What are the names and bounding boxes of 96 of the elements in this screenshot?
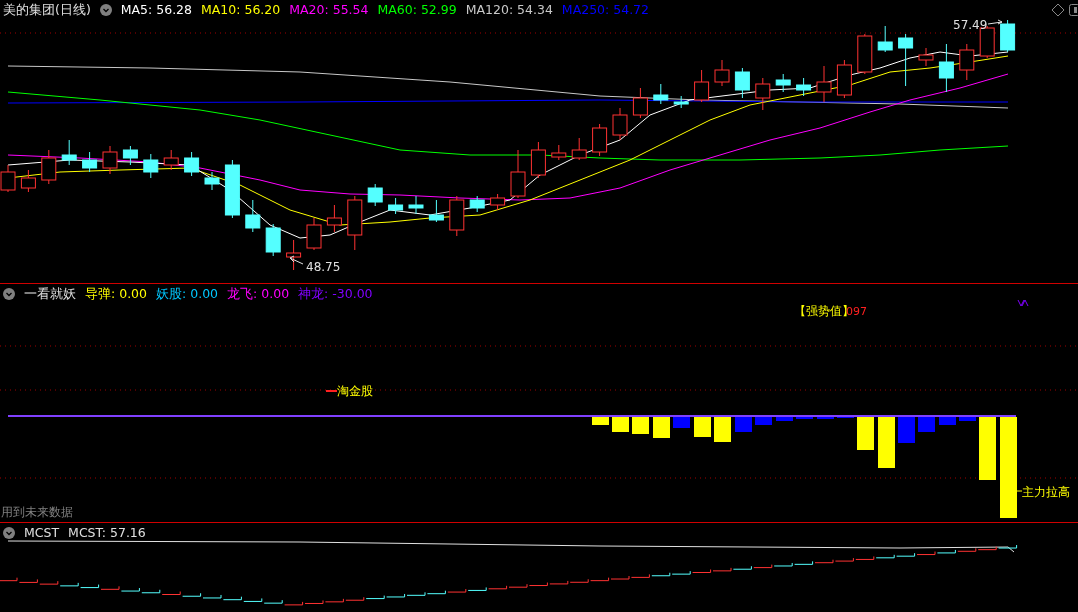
candlestick: [510, 149, 526, 199]
histogram-bar: [673, 417, 690, 428]
histogram-bar: [898, 417, 915, 443]
histogram-bar: [632, 417, 649, 434]
histogram-bar: [939, 417, 956, 425]
candlestick: [673, 95, 689, 109]
candlestick: [326, 204, 342, 233]
pointer-arrow: [289, 255, 304, 265]
signal-mark-icon: [1017, 299, 1029, 307]
candlestick: [20, 169, 36, 193]
candlestick: [694, 69, 710, 103]
indicator-value: 妖股: 0.00: [156, 286, 219, 302]
histogram-bar: [776, 417, 793, 421]
low-price-label: 48.75: [306, 260, 341, 274]
dropdown-icon[interactable]: [3, 527, 15, 539]
indicator-value: 导弹: 0.00: [85, 286, 148, 302]
candlestick: [836, 59, 852, 99]
dropdown-icon[interactable]: [3, 288, 15, 300]
panel-toggle-icon[interactable]: [1069, 4, 1078, 16]
candlestick: [122, 145, 138, 166]
histogram-bar: [918, 417, 935, 432]
candlestick: [82, 151, 98, 173]
candlestick: [163, 149, 179, 171]
candlestick: [857, 33, 873, 75]
moving-average-label: MA60: 52.99: [377, 2, 457, 18]
histogram-bar: [612, 417, 629, 432]
histogram-bar: [959, 417, 976, 421]
indicator-name: 一看就妖: [24, 286, 76, 302]
future-data-note: 用到未来数据: [1, 505, 73, 519]
histogram-bar: [653, 417, 670, 438]
candlestick: [918, 47, 934, 67]
candlestick: [653, 83, 669, 105]
histogram-bar: [592, 417, 609, 425]
candlestick: [816, 65, 832, 103]
histogram-bar: [857, 417, 874, 450]
candlestick: [490, 193, 506, 211]
high-price-label: 57.49: [953, 18, 988, 32]
candlestick: [449, 195, 465, 237]
indicator-value: 龙飞: 0.00: [227, 286, 290, 302]
indicator-name: MCST: [24, 525, 60, 541]
candlestick: [734, 67, 750, 99]
histogram-bar: [979, 417, 996, 480]
candlestick: [898, 33, 914, 87]
histogram-bar: [878, 417, 895, 468]
candlestick: [612, 107, 628, 141]
moving-average-label: MA10: 56.20: [201, 2, 281, 18]
moving-average-label: MA5: 56.28: [120, 2, 193, 18]
candlestick: [714, 59, 730, 87]
histogram-bar: [755, 417, 772, 425]
moving-average-label: MA20: 55.54: [289, 2, 369, 18]
candlestick: [755, 77, 771, 111]
dropdown-icon[interactable]: [99, 4, 112, 16]
candlestick: [184, 151, 200, 177]
candlestick: [632, 87, 648, 119]
histogram-bar: [694, 417, 711, 437]
candlestick: [469, 195, 485, 213]
candlestick: [796, 77, 812, 97]
candlestick: [959, 43, 975, 81]
candlestick: [592, 123, 608, 157]
histogram-bar: [735, 417, 752, 432]
rally-label: 主力拉高: [1022, 485, 1070, 499]
candlestick: [530, 141, 546, 179]
candlestick: [877, 25, 893, 53]
candlestick: [347, 195, 363, 251]
pointer-arrow: [987, 19, 1003, 25]
moving-average-label: MA250: 54.72: [561, 2, 650, 18]
candlestick: [938, 43, 954, 93]
moving-average-label: MA120: 54.34: [465, 2, 553, 18]
marker-line: [325, 390, 338, 392]
candlestick: [551, 144, 567, 161]
candlestick: [388, 197, 404, 215]
candlestick: [204, 171, 220, 191]
candlestick: [245, 199, 261, 233]
histogram-bar: [714, 417, 731, 442]
candlestick: [143, 153, 159, 179]
candlestick: [775, 73, 791, 93]
indicator-value: MCST: 57.16: [68, 525, 146, 541]
strength-value: 097: [846, 305, 867, 318]
candlestick: [0, 164, 16, 193]
candlestick: [306, 217, 322, 251]
candlestick: [265, 223, 281, 257]
signal-label: 淘金股: [337, 384, 373, 398]
diamond-icon[interactable]: [1051, 3, 1065, 17]
indicator-value: 神龙: -30.00: [298, 286, 373, 302]
candlestick: [286, 239, 302, 271]
candlestick: [224, 159, 240, 219]
candlestick: [102, 145, 118, 175]
candlestick: [1000, 19, 1016, 53]
candlestick: [428, 199, 444, 223]
candlestick: [61, 139, 77, 166]
marker-line: [1015, 490, 1023, 492]
candlestick: [41, 149, 57, 185]
candlestick: [367, 183, 383, 207]
candlestick: [571, 137, 587, 161]
candlestick: [408, 195, 424, 215]
stock-title: 美的集团(日线): [3, 2, 91, 18]
